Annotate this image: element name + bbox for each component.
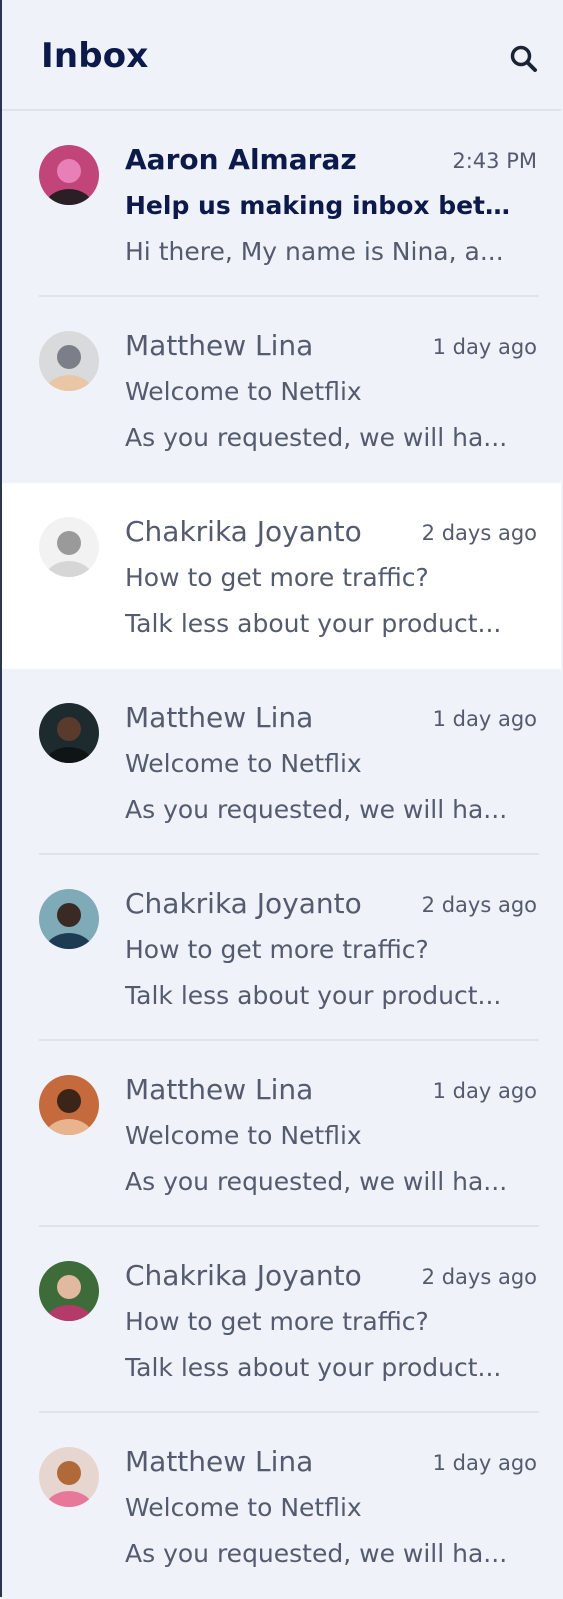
message-time: 1 day ago: [432, 707, 537, 731]
avatar: [39, 889, 99, 949]
message-preview: Hi there, My name is Nina, a...: [125, 237, 504, 266]
message-subject: Welcome to Netflix: [125, 377, 362, 406]
message-time: 2 days ago: [421, 521, 537, 545]
message-subject: Help us making inbox better...: [125, 191, 515, 220]
message-preview: As you requested, we will ha...: [125, 795, 508, 824]
message-preview: As you requested, we will ha...: [125, 423, 508, 452]
search-icon[interactable]: [509, 44, 539, 74]
avatar: [39, 703, 99, 763]
message-subject: Welcome to Netflix: [125, 749, 362, 778]
sender-name: Chakrika Joyanto: [125, 515, 362, 548]
message-subject: Welcome to Netflix: [125, 1121, 362, 1150]
message-list: Aaron Almaraz 2:43 PM Help us making inb…: [2, 111, 561, 1599]
message-preview: Talk less about your product...: [125, 1353, 502, 1382]
page-title: Inbox: [41, 36, 149, 76]
message-row-4[interactable]: Matthew Lina 1 day ago Welcome to Netfli…: [2, 669, 561, 855]
avatar: [39, 1261, 99, 1321]
message-time: 1 day ago: [432, 335, 537, 359]
avatar: [39, 331, 99, 391]
avatar: [39, 145, 99, 205]
message-subject: How to get more traffic?: [125, 563, 429, 592]
avatar: [39, 1447, 99, 1507]
inbox-header: Inbox: [2, 0, 561, 111]
message-time: 1 day ago: [432, 1451, 537, 1475]
sender-name: Chakrika Joyanto: [125, 887, 362, 920]
sender-name: Matthew Lina: [125, 1073, 314, 1106]
message-row-5[interactable]: Chakrika Joyanto 2 days ago How to get m…: [2, 855, 561, 1041]
avatar: [39, 1075, 99, 1135]
message-time: 1 day ago: [432, 1079, 537, 1103]
message-subject: How to get more traffic?: [125, 935, 429, 964]
sender-name: Chakrika Joyanto: [125, 1259, 362, 1292]
message-preview: Talk less about your product...: [125, 609, 502, 638]
sender-name: Matthew Lina: [125, 1445, 314, 1478]
message-time: 2 days ago: [421, 1265, 537, 1289]
message-preview: As you requested, we will ha...: [125, 1167, 508, 1196]
message-row-1[interactable]: Aaron Almaraz 2:43 PM Help us making inb…: [2, 111, 561, 297]
message-preview: As you requested, we will ha...: [125, 1539, 508, 1568]
avatar: [39, 517, 99, 577]
message-time: 2 days ago: [421, 893, 537, 917]
sender-name: Aaron Almaraz: [125, 143, 357, 176]
message-subject: How to get more traffic?: [125, 1307, 429, 1336]
message-time: 2:43 PM: [452, 149, 537, 173]
message-subject: Welcome to Netflix: [125, 1493, 362, 1522]
message-row-3[interactable]: Chakrika Joyanto 2 days ago How to get m…: [2, 483, 561, 669]
message-preview: Talk less about your product...: [125, 981, 502, 1010]
message-row-8[interactable]: Matthew Lina 1 day ago Welcome to Netfli…: [2, 1413, 561, 1599]
inbox-panel: Inbox Aaron Almaraz 2:43 PM Help us maki…: [0, 0, 561, 1597]
message-row-6[interactable]: Matthew Lina 1 day ago Welcome to Netfli…: [2, 1041, 561, 1227]
message-row-7[interactable]: Chakrika Joyanto 2 days ago How to get m…: [2, 1227, 561, 1413]
message-row-2[interactable]: Matthew Lina 1 day ago Welcome to Netfli…: [2, 297, 561, 483]
sender-name: Matthew Lina: [125, 701, 314, 734]
sender-name: Matthew Lina: [125, 329, 314, 362]
